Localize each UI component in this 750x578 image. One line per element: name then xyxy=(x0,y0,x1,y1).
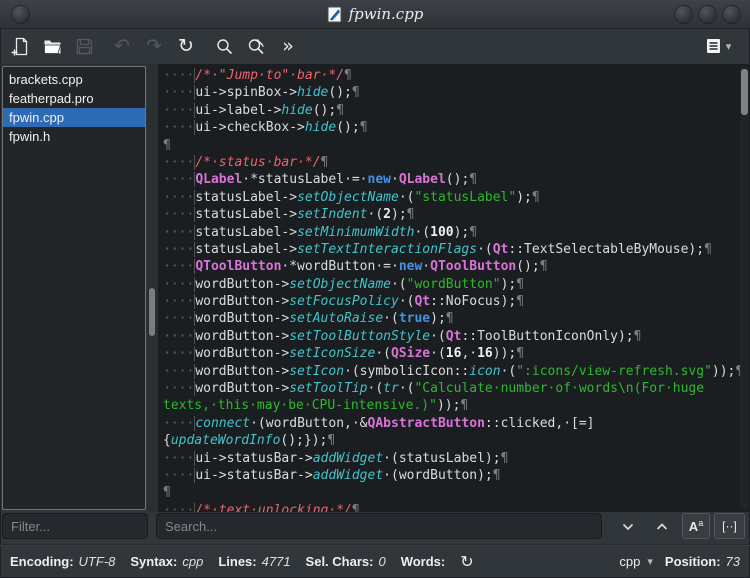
match-case-button[interactable]: Aa xyxy=(682,513,710,539)
minimize-button[interactable] xyxy=(674,5,693,24)
toolbar-overflow-button[interactable]: » xyxy=(274,33,302,61)
code-line: {updateWordInfo();});¶ xyxy=(163,433,336,449)
syntax-value: cpp xyxy=(182,554,204,569)
file-list-item[interactable]: featherpad.pro xyxy=(3,89,145,108)
open-file-button[interactable] xyxy=(38,33,66,61)
code-line: ····/*·text·unlocking·*/¶ xyxy=(163,502,750,512)
code-line: ····statusLabel->setIndent·(2);¶ xyxy=(163,207,415,223)
whole-word-icon: [··] xyxy=(722,519,737,533)
words-label: Words: xyxy=(400,554,446,569)
whole-word-button[interactable]: [··] xyxy=(714,513,745,539)
new-file-icon xyxy=(11,37,27,56)
code-line: ····wordButton->setToolTip·(tr·("Calcula… xyxy=(163,381,705,397)
code-line: ····QLabel·*statusLabel·=·new·QLabel();¶ xyxy=(163,172,478,188)
redo-icon: ↷ xyxy=(146,35,162,57)
file-list-item-selected[interactable]: fpwin.cpp xyxy=(3,108,145,127)
splitter-handle[interactable] xyxy=(149,288,155,336)
titlebar: fpwin.cpp xyxy=(0,0,750,29)
undo-icon: ↶ xyxy=(114,35,130,57)
menu-caret-icon: ▾ xyxy=(725,40,732,53)
code-line: ····wordButton->setIcon·(symbolicIcon::i… xyxy=(163,363,743,379)
code-line: texts,·this·may·be·CPU-intensive.)"));¶ xyxy=(163,398,469,414)
featherpad-window: fpwin.cpp ↶ ↷ ↻ » ▾ brackets.cpp feather… xyxy=(0,0,750,578)
code-line: ¶ xyxy=(163,485,171,501)
sel-chars-value: 0 xyxy=(378,554,386,569)
code-line: ····/*·"Jump·to"·bar·*/¶ xyxy=(163,68,352,83)
language-value: cpp xyxy=(619,554,641,569)
position-value: 73 xyxy=(725,554,740,569)
statusbar-right: cpp ▾ Position: 73 xyxy=(619,554,740,569)
editor-scrollbar-handle[interactable] xyxy=(741,69,748,115)
code-line: ····ui->checkBox->hide();¶ xyxy=(163,120,368,136)
code-line: ····statusLabel->setTextInteractionFlags… xyxy=(163,241,712,257)
code-line: ····ui->label->hide();¶ xyxy=(163,102,345,118)
encoding-label: Encoding: xyxy=(10,554,74,569)
code-line: ····ui->spinBox->hide();¶ xyxy=(163,85,360,101)
sidebar-splitter[interactable] xyxy=(147,64,158,512)
reload-button[interactable]: ↻ xyxy=(172,33,200,61)
search-icon xyxy=(216,39,232,55)
maximize-button[interactable] xyxy=(698,5,717,24)
window-title-text: fpwin.cpp xyxy=(348,5,424,23)
open-folder-icon xyxy=(43,40,61,54)
window-controls xyxy=(674,5,741,24)
chevron-down-icon xyxy=(622,523,634,530)
code-line: ····ui->statusBar->addWidget·(statusLabe… xyxy=(163,450,509,466)
toolbar: ↶ ↷ ↻ » ▾ xyxy=(0,29,750,65)
window-menu-button[interactable] xyxy=(11,5,30,24)
search-button[interactable] xyxy=(210,33,238,61)
code-line: ····QToolButton·*wordButton·=·new·QToolB… xyxy=(163,259,548,275)
match-case-icon: A xyxy=(688,518,699,534)
more-icon: » xyxy=(282,35,294,57)
lines-value: 4771 xyxy=(261,554,291,569)
find-replace-icon xyxy=(248,39,264,55)
menu-icon xyxy=(706,39,720,53)
code-line: ····wordButton->setToolButtonStyle·(Qt::… xyxy=(163,328,642,344)
code-editor[interactable]: ····/*·"Jump·to"·bar·*/¶ ····ui->spinBox-… xyxy=(158,64,750,512)
sel-chars-label: Sel. Chars: xyxy=(305,554,374,569)
code-line: ····statusLabel->setMinimumWidth·(100);¶ xyxy=(163,224,478,240)
code-line: ¶ xyxy=(163,137,171,153)
reload-icon: ↻ xyxy=(178,35,194,57)
syntax-label: Syntax: xyxy=(130,554,178,569)
save-icon xyxy=(76,38,92,55)
status-bar: Encoding: UTF-8 Syntax: cpp Lines: 4771 … xyxy=(0,544,750,578)
code-line: ····wordButton->setAutoRaise·(true);¶ xyxy=(163,311,454,327)
new-file-button[interactable] xyxy=(6,33,34,61)
undo-button: ↶ xyxy=(108,33,136,61)
code-line: ····wordButton->setIconSize·(QSize·(16,·… xyxy=(163,346,525,362)
code-line: ····wordButton->setFocusPolicy·(Qt::NoFo… xyxy=(163,294,525,310)
find-replace-button[interactable] xyxy=(242,33,270,61)
find-previous-button[interactable] xyxy=(646,514,678,539)
close-button[interactable] xyxy=(722,5,741,24)
window-title: fpwin.cpp xyxy=(327,5,424,23)
filter-input[interactable] xyxy=(2,513,148,539)
app-icon xyxy=(327,6,342,22)
search-input[interactable] xyxy=(156,513,602,539)
code-line: ····statusLabel->setObjectName·("statusL… xyxy=(163,189,540,205)
encoding-value: UTF-8 xyxy=(78,554,116,569)
words-refresh-icon[interactable]: ↻ xyxy=(460,552,473,571)
lines-label: Lines: xyxy=(218,554,257,569)
code-line: ····wordButton->setObjectName·("wordButt… xyxy=(163,276,525,292)
redo-button: ↷ xyxy=(140,33,168,61)
code-lines: ····/*·"Jump·to"·bar·*/¶ ····ui->spinBox-… xyxy=(158,64,750,512)
file-list-item[interactable]: fpwin.h xyxy=(3,127,145,146)
position-label: Position: xyxy=(664,554,721,569)
code-line: ····ui->statusBar->addWidget·(wordButton… xyxy=(163,467,501,483)
main-menu-button[interactable]: ▾ xyxy=(698,32,738,60)
file-list-item[interactable]: brackets.cpp xyxy=(3,70,145,89)
language-caret-icon: ▾ xyxy=(647,556,653,568)
editor-scrollbar[interactable] xyxy=(740,66,749,510)
code-line: ····/*·status·bar·*/¶ xyxy=(163,154,329,170)
file-list: brackets.cpp featherpad.pro fpwin.cpp fp… xyxy=(2,66,146,510)
find-next-button[interactable] xyxy=(612,514,644,539)
save-button xyxy=(70,33,98,61)
chevron-up-icon xyxy=(656,522,668,530)
code-line: ····connect·(wordButton,·&QAbstractButto… xyxy=(163,415,595,431)
language-dropdown[interactable]: cpp ▾ xyxy=(619,554,653,569)
